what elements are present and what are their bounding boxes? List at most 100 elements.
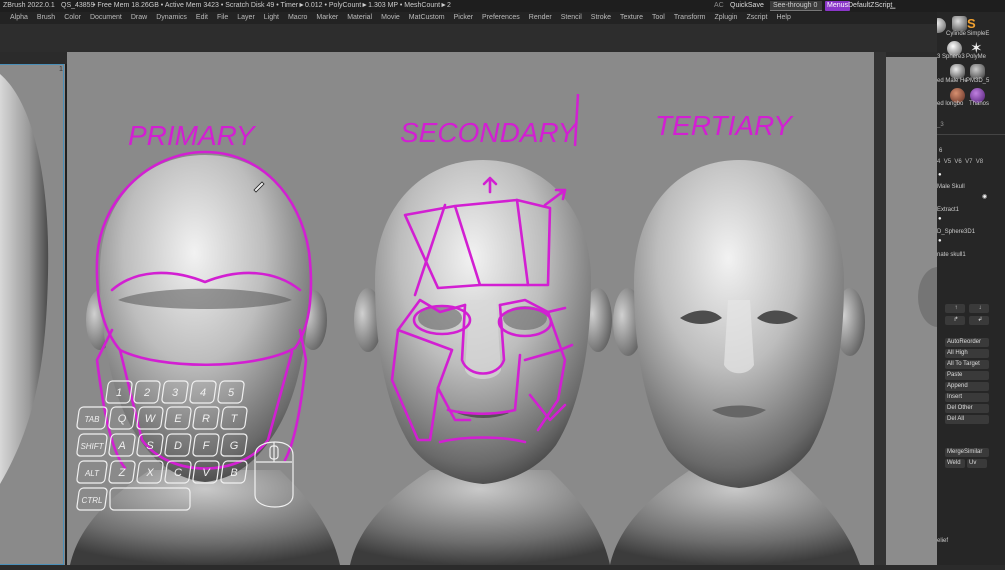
relief-label: elief bbox=[937, 538, 949, 544]
zscript-button[interactable]: DefaultZScript bbox=[848, 0, 892, 12]
visibility-dot-icon-2[interactable]: ● bbox=[938, 216, 942, 222]
thumb-head[interactable] bbox=[950, 64, 965, 79]
app-title: ZBrush 2022.0.1 bbox=[3, 2, 55, 9]
key-label: W bbox=[145, 413, 157, 425]
menu-material[interactable]: Material bbox=[347, 12, 372, 24]
tool-label-thanos[interactable]: Thanos bbox=[969, 101, 989, 107]
insert-button[interactable]: Insert bbox=[945, 393, 989, 402]
key-alt[interactable]: ALT bbox=[76, 460, 108, 484]
key-shift[interactable]: SHIFT bbox=[76, 433, 108, 457]
menu-alpha[interactable]: Alpha bbox=[10, 12, 28, 24]
menu-dynamics[interactable]: Dynamics bbox=[156, 12, 187, 24]
thumb-head-2[interactable] bbox=[970, 64, 985, 79]
key-tab[interactable]: TAB bbox=[76, 406, 108, 430]
quicksave-button[interactable]: QuickSave bbox=[730, 0, 764, 12]
minimize-icon[interactable]: ▁ bbox=[890, 0, 895, 12]
menu-macro[interactable]: Macro bbox=[288, 12, 307, 24]
menu-stroke[interactable]: Stroke bbox=[591, 12, 611, 24]
subtool-item-extract[interactable]: Extract1 bbox=[937, 207, 959, 213]
subtool-item-male-skull[interactable]: Male Skull bbox=[937, 184, 965, 190]
menu-bar: Alpha Brush Color Document Draw Dynamics Edit F… bbox=[0, 12, 1005, 24]
subtool-item-skull[interactable]: nate skull1 bbox=[937, 252, 966, 258]
arrow-bottom-icon[interactable]: ↲ bbox=[969, 316, 989, 325]
title-bar: ZBrush 2022.0.1 QS_43859 • Free Mem 18.2… bbox=[0, 0, 1005, 12]
arrow-top-icon[interactable]: ↱ bbox=[945, 316, 965, 325]
label-tertiary: TERTIARY bbox=[655, 110, 794, 141]
main-canvas[interactable]: PRIMARY SECONDARY TERTIARY 1 2 3 4 5 TAB Q W E R T… bbox=[67, 52, 874, 565]
menu-transform[interactable]: Transform bbox=[674, 12, 706, 24]
sculpt-viewport[interactable]: PRIMARY SECONDARY TERTIARY 1 2 3 4 5 TAB Q W E R T… bbox=[67, 52, 874, 565]
key-label: C bbox=[174, 467, 182, 479]
menu-render[interactable]: Render bbox=[529, 12, 552, 24]
version-row[interactable]: 4 V5 V6 V7 V8 bbox=[937, 159, 983, 165]
eye-icon[interactable]: ◉ bbox=[982, 193, 987, 200]
divider bbox=[937, 134, 1005, 135]
visibility-dot-icon[interactable]: ● bbox=[938, 172, 942, 178]
tool-label-polymesh[interactable]: PolyMe bbox=[966, 54, 986, 60]
menu-brush[interactable]: Brush bbox=[37, 12, 55, 24]
key-label: 5 bbox=[228, 387, 235, 399]
menu-tool[interactable]: Tool bbox=[652, 12, 665, 24]
menu-layer[interactable]: Layer bbox=[237, 12, 255, 24]
key-label: 2 bbox=[143, 387, 150, 399]
key-label: 1 bbox=[116, 387, 122, 399]
visibility-dot-icon-3[interactable]: ● bbox=[938, 238, 942, 244]
menu-zscript[interactable]: Zscript bbox=[746, 12, 767, 24]
menu-texture[interactable]: Texture bbox=[620, 12, 643, 24]
tool-label-longbow[interactable]: ed longbo bbox=[937, 101, 963, 107]
menu-edit[interactable]: Edit bbox=[196, 12, 208, 24]
tool-label-sphere[interactable]: 3 Sphere3 bbox=[937, 54, 965, 60]
key-ctrl[interactable]: CTRL bbox=[76, 487, 108, 511]
autoreorder-button[interactable]: AutoReorder bbox=[945, 338, 989, 347]
menu-draw[interactable]: Draw bbox=[131, 12, 147, 24]
key-label: Q bbox=[118, 413, 127, 425]
thumb-cylinder-2[interactable] bbox=[952, 16, 967, 31]
reference-view-right bbox=[886, 57, 958, 565]
menu-movie[interactable]: Movie bbox=[381, 12, 400, 24]
tool-label-simple[interactable]: SimpleE bbox=[967, 31, 989, 37]
key-label: 4 bbox=[200, 387, 206, 399]
menu-file[interactable]: File bbox=[217, 12, 228, 24]
zbrush-logo-icon[interactable]: S bbox=[967, 16, 976, 31]
tool-count: _3 bbox=[937, 122, 944, 128]
scroll-strip[interactable] bbox=[874, 52, 886, 565]
key-label: G bbox=[230, 440, 239, 452]
all-high-button[interactable]: All High bbox=[945, 349, 989, 358]
uv-button[interactable]: Uv bbox=[967, 459, 987, 468]
key-label: D bbox=[174, 440, 182, 452]
menus-button[interactable]: Menus bbox=[825, 1, 851, 11]
subtool-item-sphere[interactable]: D_Sphere3D1 bbox=[937, 229, 975, 235]
menu-matcustom[interactable]: MatCustom bbox=[409, 12, 445, 24]
menu-help[interactable]: Help bbox=[776, 12, 790, 24]
paste-button[interactable]: Paste bbox=[945, 371, 989, 380]
key-label: TAB bbox=[85, 415, 101, 424]
menu-zplugin[interactable]: Zplugin bbox=[714, 12, 737, 24]
tool-label-cylinder[interactable]: Cylinde bbox=[946, 31, 966, 37]
key-label: ALT bbox=[84, 469, 100, 478]
menu-marker[interactable]: Marker bbox=[316, 12, 338, 24]
arrow-down-icon[interactable]: ↓ bbox=[969, 304, 989, 313]
ac-label[interactable]: AC bbox=[714, 0, 724, 12]
head-secondary bbox=[350, 160, 612, 565]
arrow-up-icon[interactable]: ↑ bbox=[945, 304, 965, 313]
tool-label-male-head[interactable]: ed Male He bbox=[937, 78, 968, 84]
key-label: CTRL bbox=[82, 496, 103, 505]
key-label: X bbox=[145, 467, 154, 479]
menu-stencil[interactable]: Stencil bbox=[561, 12, 582, 24]
menu-color[interactable]: Color bbox=[64, 12, 81, 24]
menu-light[interactable]: Light bbox=[264, 12, 279, 24]
menu-document[interactable]: Document bbox=[90, 12, 122, 24]
menu-picker[interactable]: Picker bbox=[454, 12, 473, 24]
see-through-slider[interactable]: See-through 0 bbox=[770, 1, 822, 11]
thumb-cylinder[interactable] bbox=[937, 18, 946, 33]
menu-preferences[interactable]: Preferences bbox=[482, 12, 520, 24]
merge-similar-button[interactable]: MergeSimilar bbox=[945, 448, 989, 457]
key-label: S bbox=[146, 440, 154, 452]
append-button[interactable]: Append bbox=[945, 382, 989, 391]
all-to-target-button[interactable]: All To Target bbox=[945, 360, 989, 369]
tool-label-pm3d[interactable]: PM3D_5 bbox=[966, 78, 989, 84]
weld-button[interactable]: Weld bbox=[945, 459, 965, 468]
key-label: A bbox=[117, 440, 125, 452]
del-other-button[interactable]: Del Other bbox=[945, 404, 989, 413]
del-all-button[interactable]: Del All bbox=[945, 415, 989, 424]
